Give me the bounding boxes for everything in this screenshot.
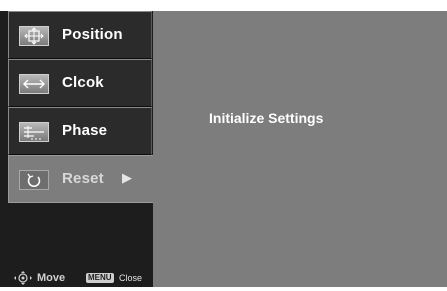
menu-item-clock[interactable]: Clcok (8, 59, 152, 107)
menu-key-badge: MENU (86, 273, 114, 283)
move-hint-label: Move (37, 272, 66, 284)
menu-item-reset[interactable]: Reset ▶ (8, 155, 153, 203)
menu-label-clock: Clcok (62, 74, 104, 91)
osd-window: Position Clcok Phase Reset ▶ Move MENU C… (0, 11, 447, 287)
menu-label-reset: Reset (62, 170, 104, 187)
menu-item-position[interactable]: Position (8, 11, 152, 59)
menu-item-phase[interactable]: Phase (8, 107, 152, 155)
arrow-right-icon: ▶ (122, 170, 132, 185)
menu-footer: Move MENU Close (0, 268, 153, 287)
reset-icon (19, 170, 49, 190)
content-title: Initialize Settings (209, 110, 324, 126)
close-hint-label: Close (119, 273, 143, 283)
phase-icon (19, 122, 49, 142)
position-icon (19, 26, 49, 46)
menu-label-phase: Phase (62, 122, 108, 139)
sidebar-menu: Position Clcok Phase Reset ▶ Move MENU C… (0, 11, 153, 287)
clock-icon (19, 74, 49, 94)
move-joystick-icon (12, 270, 34, 291)
menu-label-position: Position (62, 26, 123, 43)
